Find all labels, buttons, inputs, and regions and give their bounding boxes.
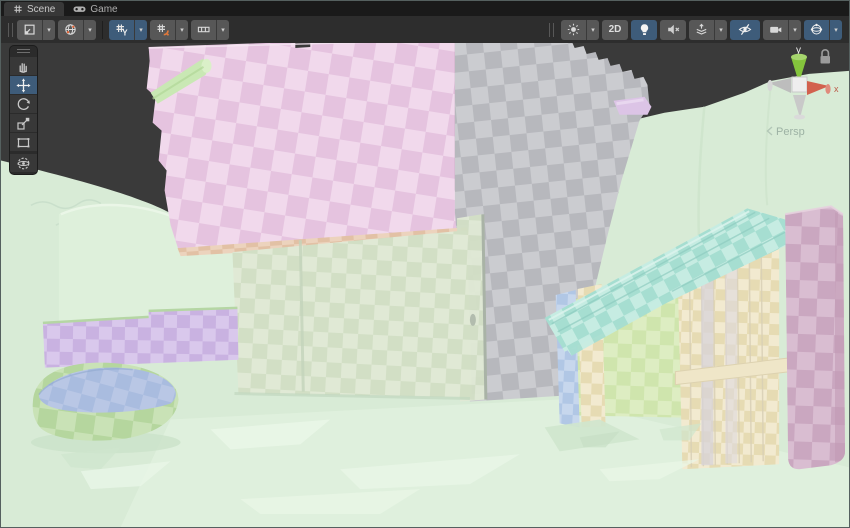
tool-view-hand[interactable] <box>10 57 37 75</box>
chevron-down-icon: ▾ <box>714 20 727 40</box>
tool-handle-position-dropdown[interactable]: ▾ <box>17 20 55 40</box>
grid-snapping-dropdown[interactable]: ▾ <box>191 20 229 40</box>
sun-icon <box>567 23 580 36</box>
chevron-left-icon <box>768 127 773 135</box>
grid-icon <box>13 4 23 14</box>
tool-rotate[interactable] <box>10 95 37 113</box>
speaker-muted-icon <box>667 23 680 36</box>
overlay-drag-handle[interactable] <box>8 23 13 37</box>
tool-transform[interactable] <box>10 154 37 172</box>
tab-game[interactable]: Game <box>64 2 126 16</box>
hand-icon <box>16 59 31 74</box>
globe-icon <box>64 23 77 36</box>
grid-y-icon: Y <box>115 23 128 36</box>
lightbulb-icon <box>638 23 651 36</box>
snap-increment-dropdown[interactable]: ▾ <box>150 20 188 40</box>
house-wall-green-side[interactable] <box>457 214 485 401</box>
eye-slash-icon <box>738 23 752 36</box>
chevron-down-icon: ▾ <box>175 20 188 40</box>
camera-icon <box>769 23 782 36</box>
chevron-down-icon: ▾ <box>83 20 96 40</box>
camera-settings-dropdown[interactable]: ▾ <box>763 20 801 40</box>
gizmo-center-cube[interactable] <box>792 77 807 92</box>
view-options-overlay: ▾ 2D ▾ <box>547 20 844 40</box>
chimney-column[interactable] <box>785 206 845 469</box>
axis-down-cone[interactable] <box>793 95 806 118</box>
axis-x-label: x <box>834 84 839 94</box>
pivot-icon <box>23 23 36 36</box>
overlay-drag-handle[interactable] <box>549 23 554 37</box>
toolbar-separator <box>102 21 103 39</box>
house-wall-green[interactable] <box>232 230 471 397</box>
chevron-down-icon: ▾ <box>42 20 55 40</box>
chevron-down-icon: ▾ <box>788 20 801 40</box>
layers-up-icon <box>695 23 708 36</box>
transform-icon <box>16 156 31 171</box>
tool-rect[interactable] <box>10 133 37 151</box>
scene-viewport[interactable]: y x <box>1 43 849 527</box>
snap-increment-icon <box>156 23 169 36</box>
tool-scale[interactable] <box>10 114 37 132</box>
projection-label: Persp <box>776 126 805 138</box>
grid-snap-overlay: Y ▾ ▾ ▾ <box>109 20 229 40</box>
chevron-down-icon: ▾ <box>134 20 147 40</box>
lock-icon[interactable] <box>821 50 831 64</box>
tools-overlay-drag-handle[interactable] <box>10 46 37 56</box>
svg-text:Y: Y <box>122 29 128 36</box>
axis-x-cap <box>825 84 830 94</box>
scene-lighting-toggle[interactable] <box>631 20 657 40</box>
move-icon <box>16 78 31 93</box>
snap-bar-icon <box>197 23 210 36</box>
tools-overlay <box>9 45 38 175</box>
projection-toggle[interactable]: Persp <box>768 126 805 138</box>
chevron-down-icon: ▾ <box>216 20 229 40</box>
green-beam-cap <box>202 59 212 73</box>
chevron-down-icon: ▾ <box>829 20 842 40</box>
gizmo-sphere-icon <box>810 23 823 36</box>
axis-down-cap <box>794 115 805 120</box>
effects-dropdown[interactable]: ▾ <box>561 20 599 40</box>
scene-visibility-toggle[interactable] <box>730 20 760 40</box>
tab-game-label: Game <box>90 4 117 15</box>
door-handle[interactable] <box>470 314 476 326</box>
axis-y-cap <box>791 54 807 60</box>
gamepad-icon <box>73 4 86 14</box>
gizmos-dropdown[interactable]: ▾ <box>804 20 842 40</box>
orientation-gizmo-svg: y x <box>763 43 847 151</box>
scene-toolbar: ▾ ▾ Y ▾ <box>1 16 849 43</box>
rotate-icon <box>16 97 31 112</box>
audio-toggle[interactable] <box>660 20 686 40</box>
chevron-down-icon: ▾ <box>586 20 599 40</box>
scene-render <box>1 43 849 527</box>
tab-scene[interactable]: Scene <box>4 2 64 16</box>
2d-label: 2D <box>609 24 622 35</box>
fx-layers-dropdown[interactable]: ▾ <box>689 20 727 40</box>
unity-scene-window: Scene Game ▾ <box>0 0 850 528</box>
scale-icon <box>16 116 31 131</box>
axis-left-cap <box>767 80 772 91</box>
tool-move[interactable] <box>10 76 37 94</box>
tool-settings-overlay: ▾ ▾ <box>17 20 96 40</box>
tool-handle-rotation-dropdown[interactable]: ▾ <box>58 20 96 40</box>
gray-plank <box>725 254 737 463</box>
rect-tool-icon <box>16 135 31 150</box>
2d-toggle[interactable]: 2D <box>602 20 628 40</box>
gray-plank <box>701 256 713 465</box>
orientation-gizmo: y x <box>763 43 847 151</box>
tab-scene-label: Scene <box>27 4 55 15</box>
tab-bar: Scene Game <box>1 1 849 16</box>
grid-axis-dropdown[interactable]: Y ▾ <box>109 20 147 40</box>
